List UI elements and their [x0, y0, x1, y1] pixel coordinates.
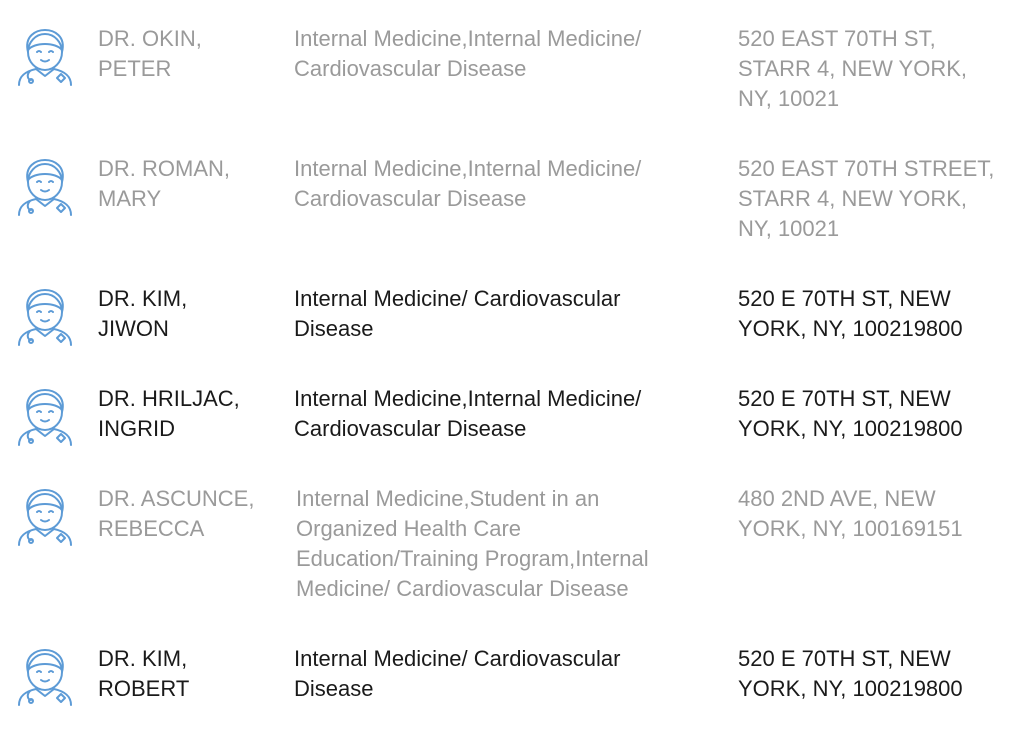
doctor-row[interactable]: DR. OKIN, PETER Internal Medicine,Intern… [0, 24, 1026, 124]
doctor-row[interactable]: DR. ROMAN, MARY Internal Medicine,Intern… [0, 154, 1026, 254]
doctor-specialty: Internal Medicine/ Cardiovascular Diseas… [294, 646, 621, 701]
doctor-row[interactable]: DR. KIM, JIWON Internal Medicine/ Cardio… [0, 284, 1026, 354]
doctor-address: 520 E 70TH ST, NEW YORK, NY, 100219800 [738, 646, 963, 701]
doctor-name[interactable]: DR. KIM, JIWON [98, 284, 278, 344]
doctor-row[interactable]: DR. ASCUNCE, REBECCA Internal Medicine,S… [0, 484, 1026, 614]
doctor-avatar-icon [14, 388, 76, 446]
doctor-specialty: Internal Medicine,Internal Medicine/ Car… [294, 386, 642, 441]
doctor-name[interactable]: DR. KIM, ROBERT [98, 644, 278, 704]
doctor-avatar-icon [14, 648, 76, 706]
doctor-specialty: Internal Medicine,Internal Medicine/ Car… [294, 156, 642, 211]
doctor-avatar-icon [14, 28, 76, 86]
doctor-address: 520 E 70TH ST, NEW YORK, NY, 100219800 [738, 286, 963, 341]
doctor-row[interactable]: DR. HRILJAC, INGRID Internal Medicine,In… [0, 384, 1026, 454]
doctor-address: 520 EAST 70TH STREET, STARR 4, NEW YORK,… [738, 156, 995, 241]
doctor-address: 520 E 70TH ST, NEW YORK, NY, 100219800 [738, 386, 963, 441]
doctor-avatar-icon [14, 488, 76, 546]
doctor-row[interactable]: DR. KIM, ROBERT Internal Medicine/ Cardi… [0, 644, 1026, 714]
doctor-specialty: Internal Medicine,Internal Medicine/ Car… [294, 26, 642, 81]
doctor-specialty: Internal Medicine/ Cardiovascular Diseas… [294, 286, 621, 341]
doctor-name[interactable]: DR. HRILJAC, INGRID [98, 384, 278, 444]
doctor-name[interactable]: DR. ROMAN, MARY [98, 154, 278, 214]
doctor-name[interactable]: DR. ASCUNCE, REBECCA [98, 484, 278, 544]
doctor-name[interactable]: DR. OKIN, PETER [98, 24, 278, 84]
doctor-avatar-icon [14, 288, 76, 346]
doctor-address: 520 EAST 70TH ST, STARR 4, NEW YORK, NY,… [738, 26, 968, 111]
doctor-specialty: Internal Medicine,Student in an Organize… [296, 486, 649, 601]
doctor-avatar-icon [14, 158, 76, 216]
doctor-address: 480 2ND AVE, NEW YORK, NY, 100169151 [738, 486, 963, 541]
